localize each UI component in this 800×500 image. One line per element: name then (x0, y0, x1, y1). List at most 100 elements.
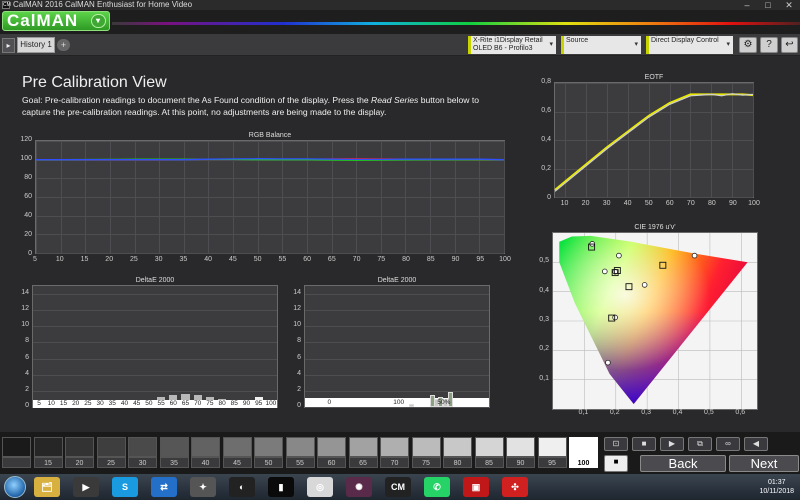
patch-label[interactable]: 80 (443, 457, 472, 468)
gray-patch[interactable] (285, 437, 315, 457)
y-tick-label: 8 (25, 337, 29, 345)
x-tick-label: 35 (179, 256, 188, 263)
chevron-down-icon: ▾ (726, 41, 730, 48)
patch-label[interactable]: 50 (254, 457, 283, 468)
cie-target-point (641, 282, 648, 288)
x-tick-label: 100 (393, 399, 405, 406)
taskbar-app-icon[interactable]: ✺ (346, 477, 372, 497)
eotf-target-line (554, 93, 754, 191)
gray-patch[interactable] (254, 437, 283, 457)
read-single-button[interactable]: ■ (632, 437, 656, 451)
settings-gear-icon[interactable]: ⚙ (739, 37, 757, 53)
patch-label[interactable]: 90 (506, 457, 535, 468)
deltae-window-chart: 0 100 50% (304, 285, 490, 408)
gray-patch[interactable] (65, 437, 94, 457)
add-tab-button[interactable]: + (57, 39, 70, 51)
patch-label[interactable]: 30 (128, 457, 157, 468)
y-tick-label: 0,6 (541, 107, 551, 114)
read-series-button[interactable]: ▶ (660, 437, 684, 451)
gray-patch[interactable] (191, 437, 220, 457)
gray-patch[interactable] (33, 437, 63, 457)
taskbar-app-icon[interactable]: ✣ (502, 477, 528, 497)
spectrum-bar (112, 22, 800, 25)
x-tick-label: 45 (228, 256, 237, 263)
minimize-button[interactable]: – (738, 0, 756, 10)
cie-target-point (691, 252, 698, 259)
patch-label[interactable]: 70 (380, 457, 409, 468)
expand-arrow-icon[interactable]: ▸ (2, 38, 15, 53)
patch-label[interactable]: 20 (65, 457, 94, 468)
copy-button[interactable]: ⧉ (688, 437, 712, 451)
patch-label[interactable]: 55 (285, 457, 315, 468)
help-icon[interactable]: ? (760, 37, 778, 53)
gray-patch[interactable] (443, 437, 472, 457)
cie-gamut-shape-2 (559, 235, 748, 404)
gray-patch[interactable] (222, 437, 252, 457)
gray-patch[interactable] (348, 437, 378, 457)
calman-logo-menu[interactable]: CalMAN ▾ (2, 11, 110, 31)
gray-patch[interactable] (474, 437, 504, 457)
y-tick-label: 4 (297, 369, 301, 377)
gray-patch[interactable] (317, 437, 346, 457)
x-tick-label: 90 (451, 256, 460, 263)
taskbar-app-icon[interactable]: ⇄ (151, 477, 177, 497)
y-tick-label: 0 (25, 402, 29, 409)
patch-label[interactable]: 60 (317, 457, 346, 468)
gray-patch[interactable] (159, 437, 189, 457)
taskbar-app-icon[interactable]: ▶ (73, 477, 99, 497)
previous-button[interactable]: ◀ (744, 437, 768, 451)
system-clock[interactable]: 01:37 10/11/2018 (759, 478, 794, 496)
cie-chart (552, 232, 758, 410)
gray-patch[interactable] (2, 437, 31, 457)
next-button[interactable]: Next (729, 455, 799, 472)
source-selector[interactable]: Source ▾ (561, 36, 641, 54)
patch-label[interactable]: 40 (191, 457, 220, 468)
continuous-read-button[interactable]: ∞ (716, 437, 740, 451)
taskbar-app-icon[interactable]: CM (385, 477, 411, 497)
gray-patch[interactable] (411, 437, 441, 457)
display-control-selector[interactable]: Direct Display Control ▾ (646, 36, 733, 54)
patch-label[interactable]: 15 (33, 457, 63, 468)
maximize-button[interactable]: □ (759, 0, 777, 10)
exit-icon[interactable]: ↩ (781, 37, 798, 53)
patch-label[interactable]: 75 (411, 457, 441, 468)
taskbar-app-icon[interactable]: ✦ (190, 477, 216, 497)
gray-patch[interactable] (569, 437, 598, 457)
taskbar-app-icon[interactable]: 🗂 (34, 477, 60, 497)
patch-label[interactable]: 45 (222, 457, 252, 468)
patch-label[interactable]: 100 (569, 457, 598, 468)
gray-patch[interactable] (128, 437, 157, 457)
back-button[interactable]: Back (640, 455, 726, 472)
tab-history-1[interactable]: History 1 (17, 37, 55, 53)
deltae-title: DeltaE 2000 (135, 277, 175, 284)
taskbar-app-icon[interactable]: ▮ (268, 477, 294, 497)
taskbar-app-icon[interactable]: ▣ (463, 477, 489, 497)
close-button[interactable]: ✕ (780, 0, 798, 10)
patch-label[interactable]: 35 (159, 457, 189, 468)
gray-patch[interactable] (96, 437, 126, 457)
window-titlebar: CM CalMAN 2016 CalMAN Enthusiast for Home… (0, 0, 800, 10)
gray-patch[interactable] (380, 437, 409, 457)
gray-patch[interactable] (537, 437, 567, 457)
taskbar-app-icon[interactable]: S (112, 477, 138, 497)
rgb-balance-title: RGB Balance (248, 132, 292, 139)
patch-label[interactable]: 95 (537, 457, 567, 468)
gridline (36, 253, 504, 254)
x-tick-label: 5 (33, 400, 46, 408)
y-tick-label: 2 (25, 385, 29, 393)
chevron-down-icon[interactable]: ▾ (91, 14, 106, 28)
meter-selector[interactable]: X-Rite i1Display Retail OLED B6 - Profil… (468, 36, 556, 54)
meter-icon[interactable]: ⊡ (604, 437, 628, 451)
y-tick-label: 14 (21, 289, 29, 297)
start-button[interactable] (4, 476, 26, 498)
patch-label[interactable] (2, 457, 31, 468)
taskbar-app-icon[interactable]: ◐ (229, 477, 255, 497)
taskbar-app-icon[interactable]: ◎ (307, 477, 333, 497)
patch-label[interactable]: 85 (474, 457, 504, 468)
taskbar-app-icon[interactable]: ✆ (424, 477, 450, 497)
stop-button[interactable]: ■ (604, 455, 628, 472)
gray-patch[interactable] (506, 437, 535, 457)
cie-target-point (605, 359, 611, 366)
patch-label[interactable]: 25 (96, 457, 126, 468)
patch-label[interactable]: 65 (348, 457, 378, 468)
